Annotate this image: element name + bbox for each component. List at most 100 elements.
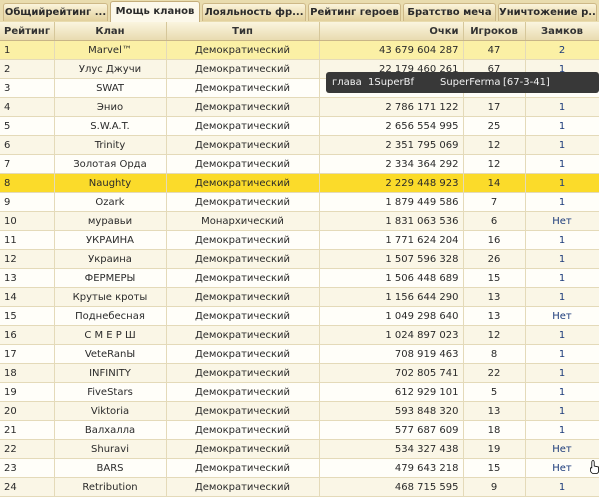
tab-clan-power[interactable]: Мощь кланов	[110, 1, 200, 22]
tooltip-player-2: SuperFerma	[440, 77, 501, 88]
tooltip-role: глава	[332, 77, 362, 88]
cell-players: 12	[463, 154, 526, 174]
cell-clan-type: Демократический	[166, 439, 320, 459]
cell-rank: 5	[0, 116, 55, 136]
player-tooltip: глава 1SuperBf SuperFerma [67-3-41]	[326, 72, 599, 93]
cell-players: 18	[463, 420, 526, 440]
cell-clan-name: Retribution	[54, 477, 167, 497]
cell-castles: 1	[525, 344, 599, 364]
col-header-points[interactable]: Очки	[319, 22, 464, 41]
cell-points: 479 643 218	[319, 458, 464, 478]
cell-players: 47	[463, 40, 526, 60]
cell-players: 12	[463, 135, 526, 155]
cell-rank: 3	[0, 78, 55, 98]
cell-clan-type: Демократический	[166, 382, 320, 402]
table-row[interactable]: 11 УКРАИНА Демократический 1 771 624 204 16 1	[0, 230, 599, 250]
tab-sword-brotherhood[interactable]: Братство меча	[403, 3, 496, 21]
col-header-castles[interactable]: Замков	[525, 22, 599, 41]
table-row[interactable]: 18 INFINITY Демократический 702 805 741 22 1	[0, 363, 599, 383]
cell-points: 708 919 463	[319, 344, 464, 364]
cell-clan-type: Демократический	[166, 192, 320, 212]
cell-players: 15	[463, 458, 526, 478]
table-row[interactable]: 17 VeteRanЫ Демократический 708 919 463 8 1	[0, 344, 599, 364]
cell-clan-name: Trinity	[54, 135, 167, 155]
cell-clan-type: Демократический	[166, 306, 320, 326]
col-header-rank[interactable]: Рейтинг	[0, 22, 55, 41]
cell-players: 25	[463, 116, 526, 136]
table-row[interactable]: 19 FiveStars Демократический 612 929 101 5 1	[0, 382, 599, 402]
cell-castles: 1	[525, 135, 599, 155]
cell-players: 6	[463, 211, 526, 231]
cell-clan-type: Демократический	[166, 249, 320, 269]
cell-points: 1 506 448 689	[319, 268, 464, 288]
cell-rank: 1	[0, 40, 55, 60]
tab-bar: Общийрейтинг ... Мощь кланов Лояльность …	[0, 0, 599, 22]
cell-points: 1 024 897 023	[319, 325, 464, 345]
table-row[interactable]: 12 Украина Демократический 1 507 596 328 26 1	[0, 249, 599, 269]
cell-rank: 22	[0, 439, 55, 459]
cell-clan-type: Демократический	[166, 401, 320, 421]
col-header-players[interactable]: Игроков	[463, 22, 526, 41]
cell-clan-type: Демократический	[166, 325, 320, 345]
cell-castles: 1	[525, 268, 599, 288]
col-header-clan[interactable]: Клан	[54, 22, 167, 41]
cell-points: 1 507 596 328	[319, 249, 464, 269]
cell-clan-type: Демократический	[166, 458, 320, 478]
table-row[interactable]: 21 Валхалла Демократический 577 687 609 18 1	[0, 420, 599, 440]
cell-clan-type: Демократический	[166, 116, 320, 136]
table-row[interactable]: 23 BARS Демократический 479 643 218 15 Нет	[0, 458, 599, 478]
cell-points: 702 805 741	[319, 363, 464, 383]
table-row[interactable]: 9 Ozark Демократический 1 879 449 586 7 1	[0, 192, 599, 212]
cell-castles: 1	[525, 116, 599, 136]
table-row[interactable]: 4 Энио Демократический 2 786 171 122 17 1	[0, 97, 599, 117]
table-row[interactable]: 7 Золотая Орда Демократический 2 334 364 29…	[0, 154, 599, 174]
cell-players: 14	[463, 173, 526, 193]
tab-overall-rating[interactable]: Общийрейтинг ...	[3, 3, 108, 21]
table-row[interactable]: 8 Naughty Демократический 2 229 448 923 14 1	[0, 173, 599, 193]
table-row[interactable]: 14 Крутые кроты Демократический 1 156 644 2…	[0, 287, 599, 307]
cell-castles: Нет	[525, 458, 599, 478]
tab-hero-rating[interactable]: Рейтинг героев	[308, 3, 401, 21]
cell-clan-name: Валхалла	[54, 420, 167, 440]
table-row[interactable]: 24 Retribution Демократический 468 715 595 9…	[0, 477, 599, 497]
table-row[interactable]: 10 муравьи Монархический 1 831 063 536 6 Нет	[0, 211, 599, 231]
cell-points: 1 049 298 640	[319, 306, 464, 326]
cell-clan-name: Ozark	[54, 192, 167, 212]
table-row[interactable]: 16 С М Е Р Ш Демократический 1 024 897 023 1…	[0, 325, 599, 345]
cell-rank: 15	[0, 306, 55, 326]
cell-players: 7	[463, 192, 526, 212]
col-header-type[interactable]: Тип	[166, 22, 320, 41]
cell-points: 468 715 595	[319, 477, 464, 497]
cell-clan-type: Демократический	[166, 135, 320, 155]
cell-clan-name: Поднебесная	[54, 306, 167, 326]
cell-rank: 10	[0, 211, 55, 231]
table-row[interactable]: 5 S.W.A.T. Демократический 2 656 554 995 25 1	[0, 116, 599, 136]
cell-points: 2 656 554 995	[319, 116, 464, 136]
cell-castles: 1	[525, 325, 599, 345]
cell-clan-name: Крутые кроты	[54, 287, 167, 307]
table-row[interactable]: 13 ФЕРМЕРЫ Демократический 1 506 448 689 15 1	[0, 268, 599, 288]
tab-loyalty[interactable]: Лояльность фр...	[202, 3, 306, 21]
table-row[interactable]: 6 Trinity Демократический 2 351 795 069 12 1	[0, 135, 599, 155]
cell-rank: 8	[0, 173, 55, 193]
table-row[interactable]: 1 Marvel™ Демократический 43 679 604 287 47 2	[0, 40, 599, 60]
cell-clan-type: Демократический	[166, 78, 320, 98]
cell-rank: 2	[0, 59, 55, 79]
tab-destruction[interactable]: Уничтожение р...	[498, 3, 597, 21]
table-row[interactable]: 15 Поднебесная Демократический 1 049 298 64…	[0, 306, 599, 326]
cell-clan-name: С М Е Р Ш	[54, 325, 167, 345]
cell-points: 2 334 364 292	[319, 154, 464, 174]
table-row[interactable]: 20 Viktoria Демократический 593 848 320 13 1	[0, 401, 599, 421]
cell-castles: 1	[525, 401, 599, 421]
cell-castles: 1	[525, 382, 599, 402]
cell-clan-type: Демократический	[166, 154, 320, 174]
cell-clan-name: Shuravi	[54, 439, 167, 459]
cell-players: 13	[463, 287, 526, 307]
hand-cursor-icon	[590, 460, 599, 474]
cell-castles: 1	[525, 154, 599, 174]
cell-castles: Нет	[525, 439, 599, 459]
cell-castles: Нет	[525, 306, 599, 326]
table-row[interactable]: 22 Shuravi Демократический 534 327 438 19 Нет	[0, 439, 599, 459]
cell-castles: 1	[525, 192, 599, 212]
cell-clan-name: SWAT	[54, 78, 167, 98]
